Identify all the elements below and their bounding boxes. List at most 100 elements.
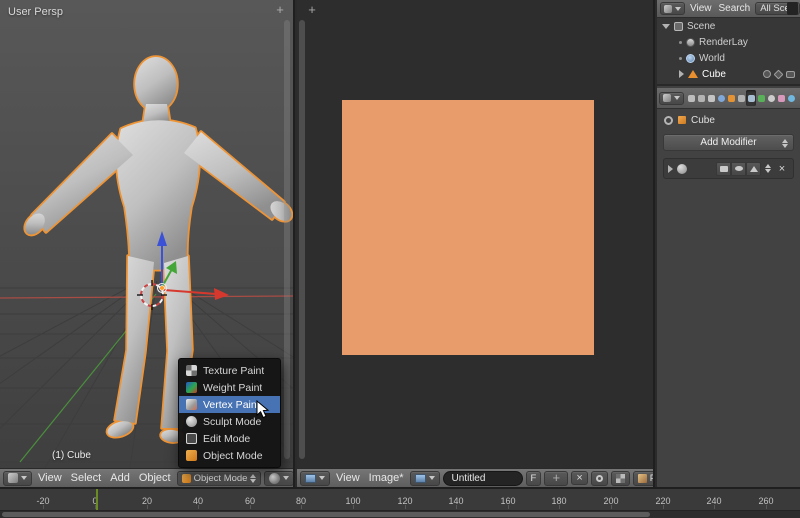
region-expand-plus-icon[interactable]	[273, 3, 287, 17]
tab-texture[interactable]	[776, 90, 786, 106]
outliner-row-scene[interactable]: Scene	[657, 18, 800, 34]
outliner-row-cube[interactable]: Cube	[657, 66, 800, 82]
pin-button[interactable]	[591, 471, 608, 486]
menu-view[interactable]: View	[688, 3, 714, 14]
modifiers-wrench-icon	[748, 95, 755, 102]
add-modifier-button[interactable]: Add Modifier	[663, 134, 794, 151]
tab-render-layers[interactable]	[696, 90, 706, 106]
menu-object[interactable]: Object	[136, 472, 174, 484]
3d-viewport-header: View Select Add Object Object Mode	[0, 468, 293, 487]
tab-scene[interactable]	[706, 90, 716, 106]
view-perspective-label: User Persp	[8, 6, 63, 18]
timeline-scroll-handle[interactable]	[2, 512, 650, 517]
visibility-eye-icon[interactable]	[763, 70, 771, 78]
editmode-toggle-button[interactable]	[746, 162, 761, 176]
tab-object[interactable]	[726, 90, 736, 106]
uv-image-editor-area[interactable]: View Image* Untitled F Paint	[297, 0, 655, 487]
edit-mode-icon	[186, 433, 197, 444]
unlink-image-button[interactable]	[571, 471, 587, 485]
weight-paint-icon	[186, 382, 197, 393]
region-corner-widget[interactable]	[787, 2, 798, 15]
menu-view[interactable]: View	[333, 472, 363, 484]
outliner-area: View Search All Scen Scene RenderLay	[657, 0, 800, 86]
fake-user-button[interactable]: F	[526, 471, 542, 486]
outliner-header: View Search All Scen	[657, 0, 800, 18]
image-browse-button[interactable]	[410, 471, 440, 486]
physics-icon	[788, 95, 795, 102]
scene-icon	[674, 22, 683, 31]
expand-triangle-icon[interactable]	[662, 24, 670, 29]
menu-item-label: Weight Paint	[203, 382, 262, 394]
modifier-panel-header	[663, 158, 794, 179]
tab-render[interactable]	[686, 90, 696, 106]
render-layer-icon	[686, 38, 695, 47]
vertex-paint-icon	[186, 399, 197, 410]
image-browse-icon	[415, 474, 426, 483]
menu-select[interactable]: Select	[68, 472, 105, 484]
renderable-camera-icon[interactable]	[786, 71, 795, 78]
texture-display-button[interactable]	[611, 471, 630, 486]
selectable-arrow-icon[interactable]	[774, 69, 784, 79]
timeline-scrollbar[interactable]	[0, 510, 800, 518]
tab-world[interactable]	[716, 90, 726, 106]
menu-search[interactable]: Search	[717, 3, 753, 14]
expand-triangle-icon[interactable]	[679, 70, 684, 78]
menu-view[interactable]: View	[35, 472, 65, 484]
menu-image[interactable]: Image*	[366, 472, 407, 484]
outliner-row-world[interactable]: World	[657, 50, 800, 66]
tab-object-data[interactable]	[756, 90, 766, 106]
object-origin-dot	[160, 286, 165, 291]
uv-scrollbar[interactable]	[299, 20, 305, 459]
menu-item-edit-mode[interactable]: Edit Mode	[179, 430, 280, 447]
3d-viewport-editor-icon	[8, 473, 18, 483]
mesh-object-icon	[688, 70, 698, 78]
mode-dropdown[interactable]: Object Mode	[177, 471, 262, 486]
delete-modifier-button[interactable]	[775, 162, 789, 176]
image-name-field[interactable]: Untitled	[443, 471, 523, 486]
object-mode-icon	[186, 450, 197, 461]
scene-icon	[708, 95, 715, 102]
editor-mode-dropdown[interactable]: Paint	[633, 471, 653, 486]
uv-image-editor-icon	[305, 474, 316, 483]
outliner-item-label: Scene	[687, 21, 715, 32]
active-object-label: (1) Cube	[52, 450, 91, 461]
uv-editor-header: View Image* Untitled F Paint	[297, 468, 653, 487]
viewport-scrollbar[interactable]	[284, 20, 290, 459]
outliner-row-renderlayer[interactable]: RenderLay	[657, 34, 800, 50]
timeline-area[interactable]: -40 -20 0 20 40 60 80 100 120 140 160 18…	[0, 487, 800, 518]
editor-type-button[interactable]	[660, 2, 685, 15]
image-canvas[interactable]	[342, 100, 594, 355]
move-up-down-icons[interactable]	[765, 164, 771, 173]
render-toggle-icon	[720, 166, 728, 172]
chevron-down-icon	[675, 7, 681, 11]
texture-paint-icon	[186, 365, 197, 376]
menu-item-object-mode[interactable]: Object Mode	[179, 447, 280, 464]
render-toggle-button[interactable]	[716, 162, 731, 176]
object-icon	[728, 95, 735, 102]
tab-material[interactable]	[766, 90, 776, 106]
uv-region-plus-icon[interactable]	[305, 3, 319, 17]
editor-type-button[interactable]	[3, 471, 32, 486]
expand-triangle-icon[interactable]	[668, 165, 673, 173]
menu-item-texture-paint[interactable]: Texture Paint	[179, 362, 280, 379]
editor-type-button[interactable]	[300, 471, 330, 486]
menu-item-label: Object Mode	[203, 450, 263, 462]
paint-brush-icon	[638, 474, 647, 483]
tab-physics[interactable]	[786, 90, 796, 106]
viewport-visibility-toggle-button[interactable]	[731, 162, 746, 176]
world-icon	[686, 54, 695, 63]
viewport-shading-button[interactable]	[264, 471, 293, 486]
current-frame-indicator[interactable]	[96, 489, 98, 512]
menu-item-weight-paint[interactable]: Weight Paint	[179, 379, 280, 396]
tab-modifiers[interactable]	[746, 90, 756, 106]
menu-add[interactable]: Add	[107, 472, 133, 484]
texture-grid-icon	[616, 474, 625, 483]
menu-item-label: Sculpt Mode	[203, 416, 261, 428]
chevron-down-icon	[429, 476, 435, 480]
new-image-button[interactable]	[544, 471, 568, 486]
tab-constraints[interactable]	[736, 90, 746, 106]
3d-viewport-area[interactable]: User Persp (1) Cube Texture Paint Weight…	[0, 0, 295, 487]
editor-type-button[interactable]	[659, 92, 684, 105]
mouse-cursor-icon	[256, 400, 270, 420]
modifier-icon	[677, 164, 687, 174]
